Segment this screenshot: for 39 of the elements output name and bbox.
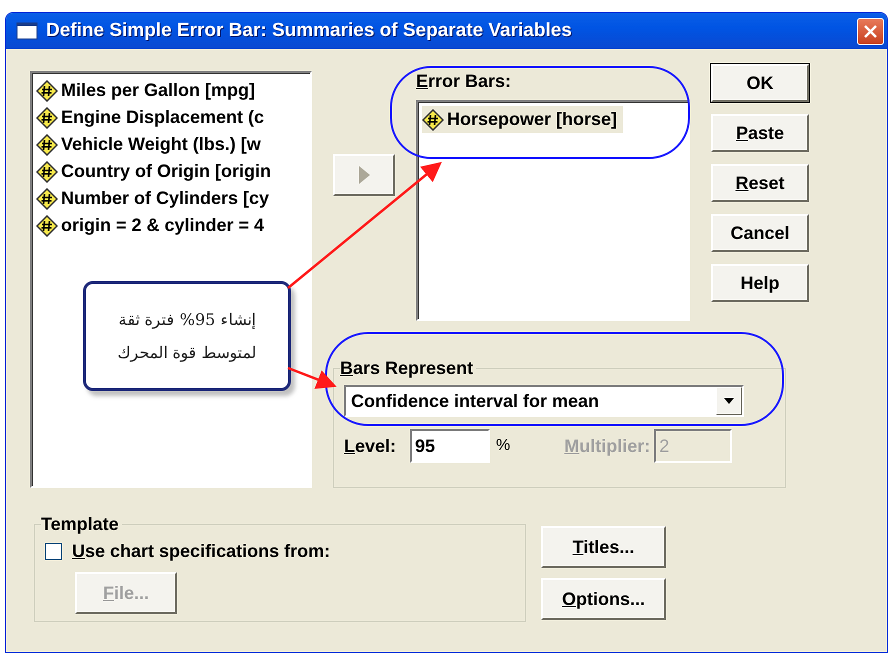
numeric-variable-icon <box>36 134 58 156</box>
numeric-variable-icon <box>36 188 58 210</box>
checkbox[interactable] <box>45 543 62 560</box>
close-button[interactable] <box>857 18 884 44</box>
variable-list-item[interactable]: origin = 2 & cylinder = 4 <box>36 212 270 239</box>
variable-list-item[interactable]: Horsepower [horse] <box>422 106 624 133</box>
callout-text: إنشاء 95% فترة ثقة <box>118 310 256 329</box>
dialog-button[interactable]: Help <box>711 264 809 302</box>
level-field[interactable]: 95 <box>410 429 490 463</box>
close-icon <box>863 24 878 38</box>
dialog-button[interactable]: Reset <box>711 164 809 202</box>
percent-label: % <box>496 437 510 455</box>
callout-text: لمتوسط قوة المحرك <box>117 343 257 362</box>
error-bars-label: Error Bars: <box>416 71 512 92</box>
group-label: Bars Represent <box>340 358 474 379</box>
dropdown-arrow-icon <box>724 398 734 404</box>
window-icon <box>16 22 38 40</box>
variable-list-item[interactable]: Number of Cylinders [cy <box>36 185 276 212</box>
bars-represent-dropdown[interactable]: Confidence interval for mean <box>344 385 744 417</box>
numeric-variable-icon <box>36 80 58 102</box>
checkbox-label: Use chart specifications from: <box>72 541 330 562</box>
variable-list-item[interactable]: Engine Displacement (c <box>36 104 270 131</box>
dialog-button[interactable]: Paste <box>711 114 809 152</box>
arrow <box>288 366 337 389</box>
window-title: Define Simple Error Bar: Summaries of Separate Variables <box>46 20 573 42</box>
numeric-variable-icon <box>36 160 58 182</box>
numeric-variable-icon <box>36 214 58 236</box>
variable-list-item[interactable]: Country of Origin [origin <box>36 158 277 185</box>
multiplier-label: Multiplier: <box>564 436 650 456</box>
group-label: Template <box>41 514 119 535</box>
dialog-button[interactable]: Options... <box>541 578 666 620</box>
dialog-button[interactable]: Cancel <box>711 214 809 252</box>
variable-list-item[interactable]: Vehicle Weight (lbs.) [w <box>36 131 267 158</box>
dialog-button[interactable]: OK <box>711 64 809 102</box>
numeric-variable-icon <box>36 106 58 128</box>
variable-list-item[interactable]: Miles per Gallon [mpg] <box>36 77 262 104</box>
numeric-variable-icon <box>422 108 444 130</box>
level-label: Level: <box>344 436 396 456</box>
dialog-button[interactable]: Titles... <box>541 526 666 568</box>
